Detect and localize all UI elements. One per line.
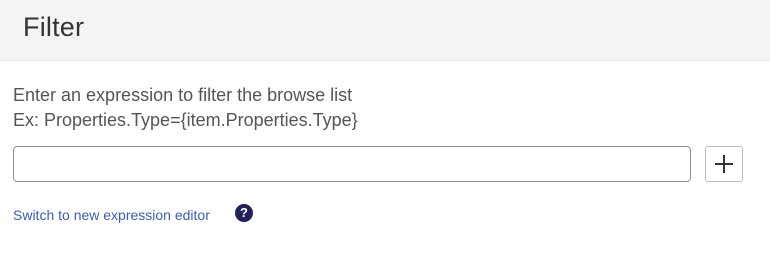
- panel-title: Filter: [23, 12, 85, 42]
- instruction-text: Enter an expression to filter the browse…: [13, 85, 353, 105]
- example-text: Ex: Properties.Type={item.Properties.Typ…: [13, 110, 358, 130]
- filter-expression-input[interactable]: [13, 146, 691, 182]
- add-expression-button[interactable]: [705, 146, 743, 182]
- switch-expression-editor-link[interactable]: Switch to new expression editor: [13, 207, 210, 223]
- panel-header: Filter: [0, 0, 770, 61]
- help-icon[interactable]: ?: [235, 204, 253, 222]
- plus-icon: [715, 155, 733, 173]
